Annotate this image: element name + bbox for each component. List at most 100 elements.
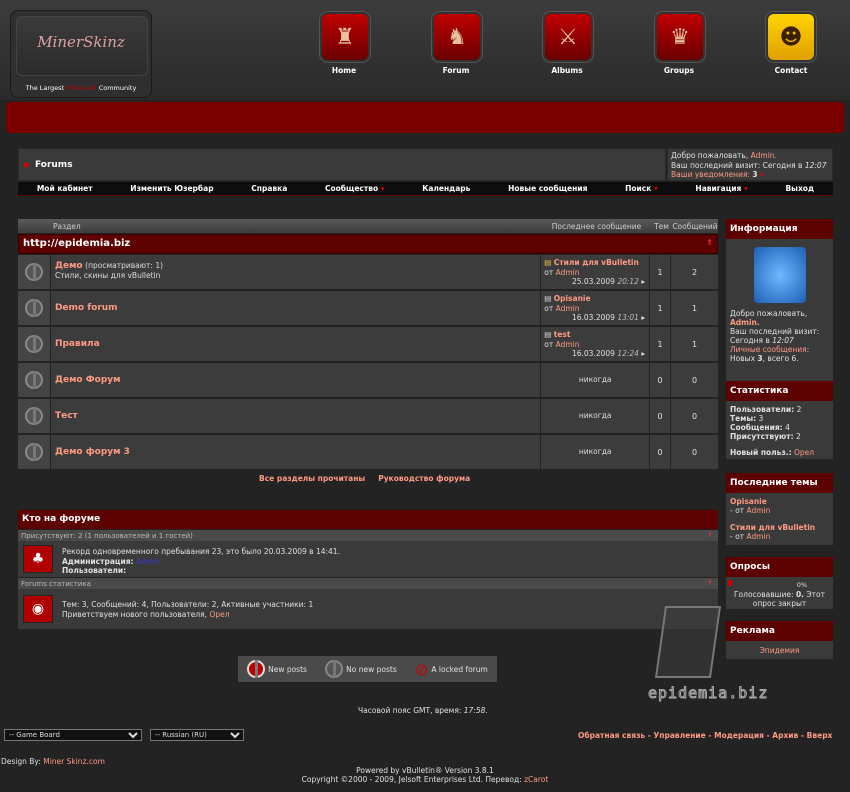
watermark-logo bbox=[654, 606, 722, 678]
latest-thread-link[interactable]: Opisanie bbox=[730, 497, 767, 506]
latest-thread-user[interactable]: Admin bbox=[746, 506, 770, 515]
nav-groups-button[interactable]: ♛ bbox=[655, 12, 705, 62]
latest-threads-block: Последние темы Opisanie - от Admin Стили… bbox=[726, 473, 833, 545]
forum-link[interactable]: Демо bbox=[55, 261, 83, 271]
last-post-never: никогда bbox=[578, 411, 612, 420]
whos-online: Кто на форуме Присутствуют: 2 (1 пользов… bbox=[18, 510, 718, 629]
forum-stats-header[interactable]: Forums статистика ⇑ bbox=[18, 577, 718, 589]
online-row: ♣ Рекорд одновременного пребывания 23, э… bbox=[18, 541, 718, 577]
welcome-box: Добро пожаловать, Admin. Ваш последний в… bbox=[667, 148, 833, 181]
welcome-greeting: Добро пожаловать, bbox=[671, 151, 749, 160]
menu-item-help[interactable]: Справка bbox=[251, 184, 287, 193]
site-logo[interactable]: MinerSkinz The Largest Minecraft Communi… bbox=[10, 10, 152, 98]
thread-count: 0 bbox=[650, 363, 671, 397]
last-post-user[interactable]: Admin bbox=[556, 268, 580, 277]
col-threads: Тем bbox=[654, 221, 669, 231]
last-post-user[interactable]: Admin bbox=[556, 340, 580, 349]
collapse-icon[interactable]: ⇑ bbox=[706, 238, 713, 247]
top-link[interactable]: Вверх bbox=[807, 731, 833, 740]
table-row: Демо Форум никогда 0 0 bbox=[18, 363, 718, 398]
nav-contact-label[interactable]: Contact bbox=[751, 66, 831, 75]
menu-item-navigation[interactable]: Навигация ▾ bbox=[695, 184, 747, 193]
collapse-icon[interactable]: ⇑ bbox=[707, 579, 713, 587]
table-row: Демо (просматривают: 1) Стили, скины для… bbox=[18, 255, 718, 290]
newest-user-link[interactable]: Орел bbox=[794, 448, 814, 457]
design-credit: Design By: Miner Skinz.com bbox=[1, 757, 105, 766]
post-count: 1 bbox=[671, 327, 718, 361]
menu-item-userbar[interactable]: Изменить Юзербар bbox=[130, 184, 213, 193]
col-section: Раздел bbox=[53, 221, 81, 231]
go-to-post-icon[interactable]: ▸ bbox=[641, 277, 645, 286]
nav-groups-label[interactable]: Groups bbox=[639, 66, 719, 75]
locked-icon: ⊘ bbox=[414, 659, 429, 679]
last-post-title[interactable]: test bbox=[554, 330, 571, 339]
link-icon: ⚔ bbox=[558, 24, 578, 50]
moderation-link[interactable]: Модерация bbox=[714, 731, 764, 740]
mark-all-read-link[interactable]: Все разделы прочитаны bbox=[259, 474, 365, 483]
private-messages-link[interactable]: Личные сообщения bbox=[730, 345, 807, 354]
design-link[interactable]: Miner Skinz.com bbox=[43, 757, 105, 766]
menu-item-search[interactable]: Поиск ▾ bbox=[625, 184, 658, 193]
thread-icon: ▤ bbox=[544, 294, 552, 303]
pikachu-icon: ☻ bbox=[779, 24, 803, 50]
latest-thread-link[interactable]: Стили для vBulletin bbox=[730, 523, 815, 532]
menu-item-community[interactable]: Сообщество ▾ bbox=[325, 184, 385, 193]
go-to-post-icon[interactable]: ▸ bbox=[641, 313, 645, 322]
archive-link[interactable]: Архив bbox=[772, 731, 798, 740]
icon-legend: New posts No new posts ⊘ A locked forum bbox=[237, 655, 498, 683]
info-user-link[interactable]: Admin. bbox=[730, 318, 760, 327]
stats-row: ◉ Тем: 3, Сообщений: 4, Пользователи: 2,… bbox=[18, 589, 718, 629]
nav-home-button[interactable]: ♜ bbox=[320, 12, 370, 62]
ads-link[interactable]: Эпидемия bbox=[760, 646, 800, 655]
last-post-user[interactable]: Admin bbox=[556, 304, 580, 313]
new-user-link[interactable]: Орел bbox=[209, 610, 229, 619]
menu-item-new-posts[interactable]: Новые сообщения bbox=[508, 184, 587, 193]
nav-albums-label[interactable]: Albums bbox=[527, 66, 607, 75]
col-last-post: Последнее сообщение bbox=[551, 221, 642, 231]
present-header[interactable]: Присутствуют: 2 (1 пользователей и 1 гос… bbox=[18, 529, 718, 541]
logo-name: MinerSkinz bbox=[37, 33, 125, 51]
legend-locked: A locked forum bbox=[431, 664, 488, 674]
new-posts-icon bbox=[247, 660, 266, 678]
translator-link[interactable]: zCarot bbox=[524, 775, 548, 784]
forum-link[interactable]: Правила bbox=[55, 339, 100, 349]
avatar[interactable] bbox=[753, 247, 806, 303]
nav-forum-label[interactable]: Forum bbox=[416, 66, 496, 75]
menu-item-cabinet[interactable]: Мой кабинет bbox=[37, 184, 93, 193]
go-to-post-icon[interactable]: ▸ bbox=[641, 349, 645, 358]
style-select[interactable]: -- Game Board bbox=[4, 729, 142, 741]
forum-links: Все разделы прочитаны Руководство форума bbox=[259, 474, 470, 483]
category-title[interactable]: http://epidemia.biz bbox=[23, 238, 130, 249]
poll-bar bbox=[728, 580, 732, 586]
thread-icon: ▤ bbox=[544, 258, 552, 267]
nav-home-label[interactable]: Home bbox=[304, 66, 384, 75]
collapse-icon[interactable]: ⇑ bbox=[707, 531, 713, 539]
menu-item-logout[interactable]: Выход bbox=[785, 184, 814, 193]
forum-leaders-link[interactable]: Руководство форума bbox=[378, 474, 470, 483]
notifications-link[interactable]: Ваши уведомления: bbox=[671, 170, 750, 179]
last-post-title[interactable]: Стили для vBulletin bbox=[554, 258, 639, 267]
table-row: Демо форум 3 никогда 0 0 bbox=[18, 435, 718, 470]
last-post-title[interactable]: Opisanie bbox=[554, 294, 591, 303]
menu-item-calendar[interactable]: Календарь bbox=[422, 184, 470, 193]
last-visit: Ваш последний визит: Сегодня в bbox=[671, 160, 803, 170]
forum-status-icon bbox=[24, 407, 43, 425]
admin-user-link[interactable]: Admin bbox=[136, 557, 160, 566]
nav-contact-button[interactable]: ☻ bbox=[766, 12, 816, 62]
category-header[interactable]: http://epidemia.biz ⇑ bbox=[18, 234, 718, 254]
forum-link[interactable]: Тест bbox=[55, 411, 78, 421]
admin-link[interactable]: Управление bbox=[654, 731, 706, 740]
welcome-user-link[interactable]: Admin. bbox=[751, 151, 777, 160]
nav-forum-button[interactable]: ♞ bbox=[432, 12, 482, 62]
last-post-never: никогда bbox=[578, 375, 612, 384]
header-band bbox=[6, 102, 844, 133]
nav-albums-button[interactable]: ⚔ bbox=[543, 12, 593, 62]
fox-icon: ♞ bbox=[447, 24, 467, 50]
table-row: Demo forum ▤ Opisanie от Admin 16.03.200… bbox=[18, 291, 718, 326]
forum-link[interactable]: Demo forum bbox=[55, 303, 118, 313]
language-select[interactable]: -- Russian (RU) bbox=[150, 729, 244, 741]
forum-link[interactable]: Демо форум 3 bbox=[55, 447, 130, 457]
contact-link[interactable]: Обратная связь bbox=[578, 731, 645, 740]
latest-thread-user[interactable]: Admin bbox=[746, 532, 770, 541]
forum-link[interactable]: Демо Форум bbox=[55, 375, 121, 385]
